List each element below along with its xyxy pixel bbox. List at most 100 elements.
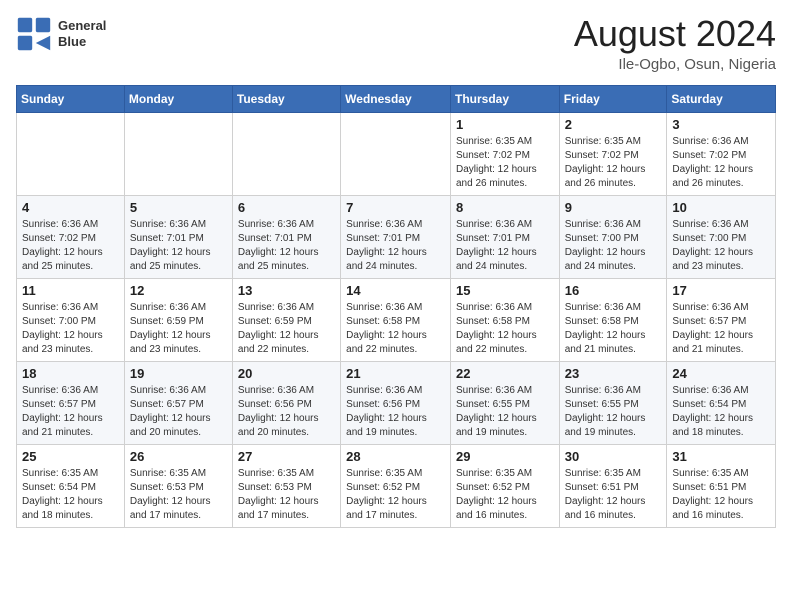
- calendar-cell: 2 Sunrise: 6:35 AM Sunset: 7:02 PM Daylig…: [559, 113, 667, 196]
- day-info: Sunrise: 6:36 AM Sunset: 7:01 PM Dayligh…: [346, 218, 445, 274]
- weekday-header-monday: Monday: [124, 86, 232, 113]
- day-info: Sunrise: 6:36 AM Sunset: 7:02 PM Dayligh…: [672, 135, 770, 191]
- calendar-week-2: 4 Sunrise: 6:36 AM Sunset: 7:02 PM Daylig…: [17, 196, 776, 279]
- day-info: Sunrise: 6:35 AM Sunset: 7:02 PM Dayligh…: [456, 135, 554, 191]
- calendar-cell: 25Sunrise: 6:35 AM Sunset: 6:54 PM Dayli…: [17, 445, 125, 528]
- calendar-cell: 26 Sunrise: 6:35 AM Sunset: 6:53 PM Dayli…: [124, 445, 232, 528]
- day-number: 15: [456, 283, 554, 298]
- day-info: Sunrise: 6:36 AM Sunset: 7:01 PM Dayligh…: [130, 218, 227, 274]
- day-number: 13: [238, 283, 335, 298]
- day-info: Sunrise: 6:36 AM Sunset: 6:58 PM Dayligh…: [565, 301, 662, 357]
- day-number: 11: [22, 283, 119, 298]
- day-number: 9: [565, 200, 662, 215]
- day-info: Sunrise: 6:36 AM Sunset: 6:57 PM Dayligh…: [672, 301, 770, 357]
- day-number: 6: [238, 200, 335, 215]
- day-number: 4: [22, 200, 119, 215]
- day-number: 16: [565, 283, 662, 298]
- calendar-table: SundayMondayTuesdayWednesdayThursdayFrid…: [16, 85, 776, 528]
- calendar-header: SundayMondayTuesdayWednesdayThursdayFrid…: [17, 86, 776, 113]
- day-info: Sunrise: 6:36 AM Sunset: 6:56 PM Dayligh…: [238, 384, 335, 440]
- day-number: 2: [565, 117, 662, 132]
- day-number: 28: [346, 449, 445, 464]
- day-number: 20: [238, 366, 335, 381]
- day-info: Sunrise: 6:35 AM Sunset: 6:53 PM Dayligh…: [130, 467, 227, 523]
- calendar-cell: 10 Sunrise: 6:36 AM Sunset: 7:00 PM Dayli…: [667, 196, 776, 279]
- calendar-cell: 20 Sunrise: 6:36 AM Sunset: 6:56 PM Dayli…: [232, 362, 340, 445]
- calendar-cell: 27Sunrise: 6:35 AM Sunset: 6:53 PM Dayli…: [232, 445, 340, 528]
- weekday-header-sunday: Sunday: [17, 86, 125, 113]
- day-info: Sunrise: 6:36 AM Sunset: 6:59 PM Dayligh…: [238, 301, 335, 357]
- day-number: 29: [456, 449, 554, 464]
- day-info: Sunrise: 6:36 AM Sunset: 7:02 PM Dayligh…: [22, 218, 119, 274]
- day-number: 19: [130, 366, 227, 381]
- day-info: Sunrise: 6:35 AM Sunset: 7:02 PM Dayligh…: [565, 135, 662, 191]
- day-number: 7: [346, 200, 445, 215]
- day-info: Sunrise: 6:36 AM Sunset: 7:00 PM Dayligh…: [22, 301, 119, 357]
- calendar-cell: 6Sunrise: 6:36 AM Sunset: 7:01 PM Daylig…: [232, 196, 340, 279]
- calendar-cell: 12Sunrise: 6:36 AM Sunset: 6:59 PM Dayli…: [124, 279, 232, 362]
- day-number: 17: [672, 283, 770, 298]
- calendar-cell: 29Sunrise: 6:35 AM Sunset: 6:52 PM Dayli…: [450, 445, 559, 528]
- day-info: Sunrise: 6:36 AM Sunset: 6:55 PM Dayligh…: [565, 384, 662, 440]
- calendar-cell: 7 Sunrise: 6:36 AM Sunset: 7:01 PM Daylig…: [341, 196, 451, 279]
- day-info: Sunrise: 6:36 AM Sunset: 7:00 PM Dayligh…: [672, 218, 770, 274]
- calendar-cell: 31 Sunrise: 6:35 AM Sunset: 6:51 PM Dayli…: [667, 445, 776, 528]
- calendar-cell: 9Sunrise: 6:36 AM Sunset: 7:00 PM Daylig…: [559, 196, 667, 279]
- day-info: Sunrise: 6:36 AM Sunset: 6:58 PM Dayligh…: [346, 301, 445, 357]
- calendar-cell: 28 Sunrise: 6:35 AM Sunset: 6:52 PM Dayli…: [341, 445, 451, 528]
- day-number: 24: [672, 366, 770, 381]
- day-info: Sunrise: 6:36 AM Sunset: 6:57 PM Dayligh…: [130, 384, 227, 440]
- weekday-header-tuesday: Tuesday: [232, 86, 340, 113]
- day-number: 1: [456, 117, 554, 132]
- calendar-cell: 17 Sunrise: 6:36 AM Sunset: 6:57 PM Dayli…: [667, 279, 776, 362]
- day-info: Sunrise: 6:35 AM Sunset: 6:54 PM Dayligh…: [22, 467, 119, 523]
- weekday-header-saturday: Saturday: [667, 86, 776, 113]
- calendar-cell: 14 Sunrise: 6:36 AM Sunset: 6:58 PM Dayli…: [341, 279, 451, 362]
- calendar-cell: 13 Sunrise: 6:36 AM Sunset: 6:59 PM Dayli…: [232, 279, 340, 362]
- calendar-cell: 1 Sunrise: 6:35 AM Sunset: 7:02 PM Daylig…: [450, 113, 559, 196]
- logo: General Blue: [16, 16, 106, 52]
- day-number: 10: [672, 200, 770, 215]
- day-info: Sunrise: 6:36 AM Sunset: 6:57 PM Dayligh…: [22, 384, 119, 440]
- day-number: 5: [130, 200, 227, 215]
- weekday-header-row: SundayMondayTuesdayWednesdayThursdayFrid…: [17, 86, 776, 113]
- calendar-week-4: 18Sunrise: 6:36 AM Sunset: 6:57 PM Dayli…: [17, 362, 776, 445]
- calendar-cell: 5 Sunrise: 6:36 AM Sunset: 7:01 PM Daylig…: [124, 196, 232, 279]
- calendar-cell: 3Sunrise: 6:36 AM Sunset: 7:02 PM Daylig…: [667, 113, 776, 196]
- day-info: Sunrise: 6:36 AM Sunset: 6:58 PM Dayligh…: [456, 301, 554, 357]
- calendar-cell: [232, 113, 340, 196]
- calendar-cell: [124, 113, 232, 196]
- weekday-header-wednesday: Wednesday: [341, 86, 451, 113]
- day-info: Sunrise: 6:35 AM Sunset: 6:53 PM Dayligh…: [238, 467, 335, 523]
- day-info: Sunrise: 6:36 AM Sunset: 6:56 PM Dayligh…: [346, 384, 445, 440]
- calendar-cell: 19 Sunrise: 6:36 AM Sunset: 6:57 PM Dayli…: [124, 362, 232, 445]
- calendar-cell: 18Sunrise: 6:36 AM Sunset: 6:57 PM Dayli…: [17, 362, 125, 445]
- day-number: 14: [346, 283, 445, 298]
- title-block: August 2024 Ile-Ogbo, Osun, Nigeria: [574, 16, 776, 73]
- day-number: 30: [565, 449, 662, 464]
- calendar-cell: [17, 113, 125, 196]
- day-info: Sunrise: 6:36 AM Sunset: 6:55 PM Dayligh…: [456, 384, 554, 440]
- day-info: Sunrise: 6:35 AM Sunset: 6:51 PM Dayligh…: [565, 467, 662, 523]
- calendar-week-1: 1 Sunrise: 6:35 AM Sunset: 7:02 PM Daylig…: [17, 113, 776, 196]
- calendar-cell: 11 Sunrise: 6:36 AM Sunset: 7:00 PM Dayli…: [17, 279, 125, 362]
- day-info: Sunrise: 6:35 AM Sunset: 6:52 PM Dayligh…: [346, 467, 445, 523]
- calendar-cell: [341, 113, 451, 196]
- month-title: August 2024: [574, 16, 776, 52]
- page-header: General Blue August 2024 Ile-Ogbo, Osun,…: [16, 16, 776, 73]
- calendar-cell: 16 Sunrise: 6:36 AM Sunset: 6:58 PM Dayli…: [559, 279, 667, 362]
- day-info: Sunrise: 6:35 AM Sunset: 6:51 PM Dayligh…: [672, 467, 770, 523]
- day-number: 31: [672, 449, 770, 464]
- weekday-header-thursday: Thursday: [450, 86, 559, 113]
- calendar-week-5: 25Sunrise: 6:35 AM Sunset: 6:54 PM Dayli…: [17, 445, 776, 528]
- calendar-week-3: 11 Sunrise: 6:36 AM Sunset: 7:00 PM Dayli…: [17, 279, 776, 362]
- calendar-cell: 24Sunrise: 6:36 AM Sunset: 6:54 PM Dayli…: [667, 362, 776, 445]
- general-blue-logo-icon: [16, 16, 52, 52]
- day-info: Sunrise: 6:36 AM Sunset: 7:01 PM Dayligh…: [456, 218, 554, 274]
- calendar-cell: 22Sunrise: 6:36 AM Sunset: 6:55 PM Dayli…: [450, 362, 559, 445]
- calendar-cell: 30 Sunrise: 6:35 AM Sunset: 6:51 PM Dayli…: [559, 445, 667, 528]
- calendar-cell: 8 Sunrise: 6:36 AM Sunset: 7:01 PM Daylig…: [450, 196, 559, 279]
- day-number: 26: [130, 449, 227, 464]
- calendar-cell: 21Sunrise: 6:36 AM Sunset: 6:56 PM Dayli…: [341, 362, 451, 445]
- day-number: 8: [456, 200, 554, 215]
